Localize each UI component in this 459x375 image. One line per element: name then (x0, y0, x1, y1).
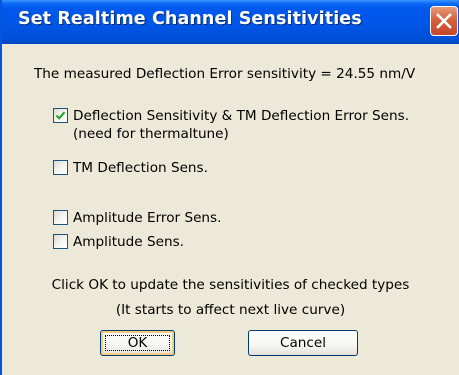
instruction-line-1: Click OK to update the sensitivities of … (51, 277, 410, 293)
checkbox-amplitude-sens[interactable] (53, 234, 68, 249)
option-label-amplitude-error-sens[interactable]: Amplitude Error Sens. (73, 209, 221, 227)
cancel-button-label: Cancel (279, 335, 327, 351)
focus-rectangle (105, 335, 170, 351)
option-sublabel-thermaltune: (need for thermaltune) (73, 126, 229, 142)
dialog-client-area: The measured Deflection Error sensitivit… (2, 44, 459, 375)
checkbox-amplitude-error-sens[interactable] (53, 210, 68, 225)
option-label-amplitude-sens[interactable]: Amplitude Sens. (73, 233, 184, 251)
option-label-tm-deflection-sens[interactable]: TM Deflection Sens. (73, 159, 208, 177)
dialog-window: Set Realtime Channel Sensitivities The m… (0, 0, 459, 375)
checkmark-icon (55, 111, 66, 120)
window-title: Set Realtime Channel Sensitivities (18, 9, 362, 29)
instruction-line-2: (It starts to affect next live curve) (115, 302, 346, 318)
cancel-button[interactable]: Cancel (248, 330, 358, 356)
option-label-deflection-sensitivity[interactable]: Deflection Sensitivity & TM Deflection E… (73, 107, 409, 125)
checkbox-deflection-sensitivity[interactable] (53, 108, 68, 123)
close-button[interactable] (430, 6, 458, 36)
checkbox-tm-deflection-sens[interactable] (53, 160, 68, 175)
ok-button[interactable]: OK (100, 330, 175, 356)
title-bar[interactable]: Set Realtime Channel Sensitivities (2, 0, 459, 44)
close-icon (436, 13, 452, 29)
measured-sensitivity-text: The measured Deflection Error sensitivit… (34, 66, 416, 82)
